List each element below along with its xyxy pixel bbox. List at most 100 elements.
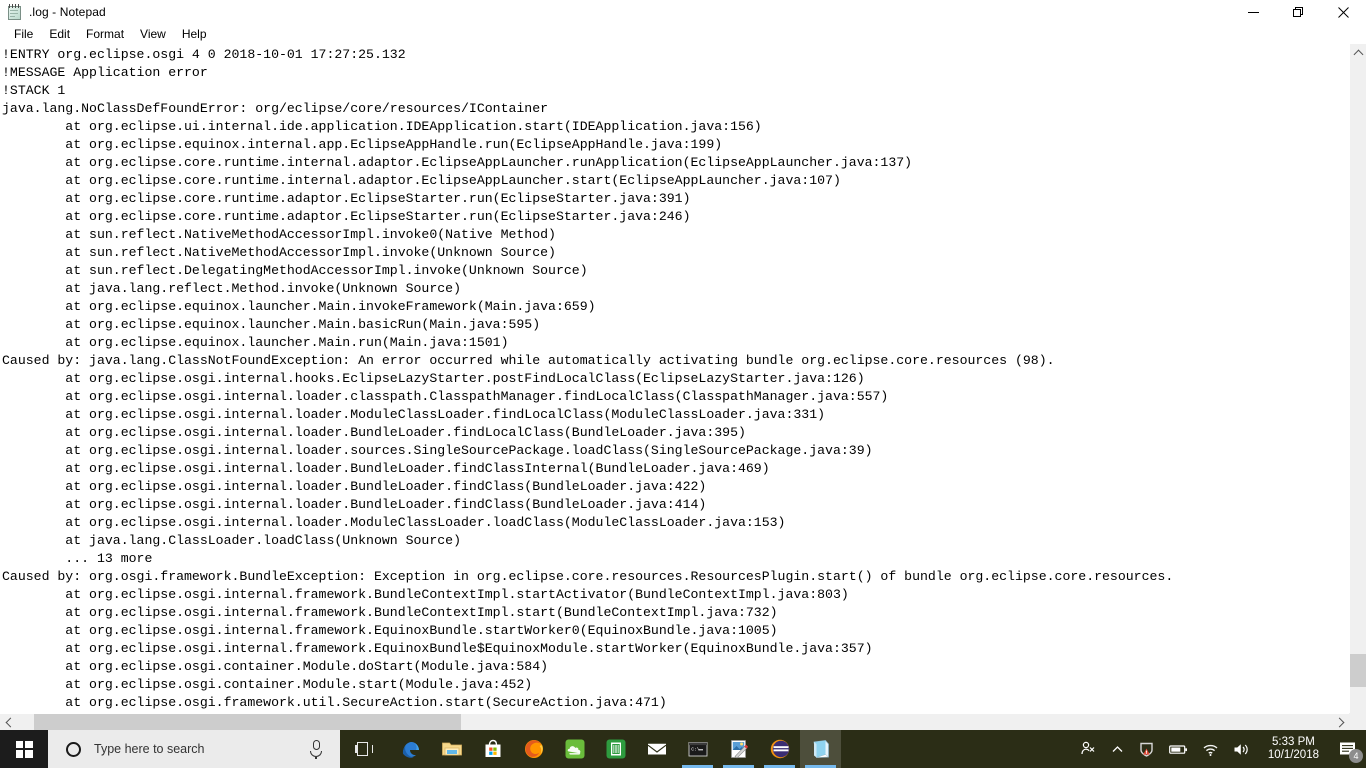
network-button[interactable]	[1195, 730, 1226, 768]
text-line: at org.eclipse.osgi.internal.loader.Modu…	[2, 515, 786, 530]
notepad-icon	[810, 738, 832, 760]
security-shield-icon	[1140, 742, 1153, 757]
security-button[interactable]	[1131, 730, 1162, 768]
windows-start-icon	[15, 740, 33, 758]
vertical-scrollbar[interactable]	[1349, 44, 1366, 730]
vertical-scroll-thumb[interactable]	[1350, 654, 1366, 687]
text-line: at org.eclipse.equinox.launcher.Main.run…	[2, 335, 509, 350]
cloud-app-icon	[564, 738, 586, 760]
eclipse-icon	[769, 738, 791, 760]
firefox-icon	[523, 738, 545, 760]
text-line: at org.eclipse.osgi.container.Module.sta…	[2, 677, 533, 692]
volume-icon	[1234, 743, 1248, 755]
text-line: at org.eclipse.core.runtime.internal.ada…	[2, 173, 841, 188]
minimize-button[interactable]	[1231, 0, 1276, 24]
people-icon	[1081, 741, 1095, 755]
text-line: at org.eclipse.osgi.framework.util.Secur…	[2, 695, 667, 710]
horizontal-scrollbar[interactable]	[0, 713, 1349, 731]
window-title: .log - Notepad	[29, 5, 106, 19]
search-placeholder: Type here to search	[94, 742, 205, 756]
menu-format[interactable]: Format	[78, 25, 132, 43]
scrollbar-corner	[1349, 713, 1366, 730]
taskbar-item-edge[interactable]	[390, 730, 431, 768]
text-line: at org.eclipse.equinox.launcher.Main.bas…	[2, 317, 541, 332]
text-line: at org.eclipse.osgi.internal.framework.E…	[2, 623, 778, 638]
taskbar-item-cloud-app[interactable]	[554, 730, 595, 768]
scroll-right-button[interactable]	[1332, 714, 1349, 731]
task-view-button[interactable]	[340, 730, 388, 768]
mail-icon	[646, 738, 668, 760]
window-title-bar[interactable]: .log - Notepad	[0, 0, 1366, 24]
text-line: at org.eclipse.osgi.internal.loader.Modu…	[2, 407, 826, 422]
show-hidden-icons-button[interactable]	[1104, 730, 1131, 768]
menu-bar: File Edit Format View Help	[0, 24, 1366, 44]
action-center-button[interactable]: 4	[1330, 730, 1366, 768]
clock-date: 10/1/2018	[1267, 749, 1319, 761]
clock-time: 5:33 PM	[1272, 736, 1315, 748]
text-line: !MESSAGE Application error	[2, 65, 208, 80]
wifi-icon	[1203, 744, 1218, 756]
text-line: at org.eclipse.osgi.internal.loader.Bund…	[2, 497, 707, 512]
menu-file[interactable]: File	[6, 25, 41, 43]
taskbar-item-eclipse[interactable]	[759, 730, 800, 768]
cortana-circle-icon	[66, 741, 81, 757]
close-button[interactable]	[1321, 0, 1366, 24]
taskbar-item-microsoft-store[interactable]	[472, 730, 513, 768]
restore-button[interactable]	[1276, 0, 1321, 24]
start-button[interactable]	[0, 730, 48, 768]
text-line: at org.eclipse.core.runtime.internal.ada…	[2, 155, 913, 170]
text-line: java.lang.NoClassDefFoundError: org/ecli…	[2, 101, 549, 116]
text-line: at org.eclipse.osgi.internal.loader.sour…	[2, 443, 873, 458]
text-line: at org.eclipse.osgi.internal.framework.B…	[2, 587, 849, 602]
command-prompt-icon: C:\	[687, 738, 709, 760]
text-line: Caused by: org.osgi.framework.BundleExce…	[2, 569, 1174, 584]
text-line: at org.eclipse.osgi.internal.loader.Bund…	[2, 479, 707, 494]
people-button[interactable]	[1072, 730, 1104, 768]
microphone-icon[interactable]	[310, 740, 322, 759]
scroll-left-button[interactable]	[0, 714, 17, 731]
text-line: at sun.reflect.DelegatingMethodAccessorI…	[2, 263, 588, 278]
taskbar: Type here to search C:\ 5:33 PM 10/1/201…	[0, 730, 1366, 768]
text-line: at org.eclipse.osgi.internal.hooks.Eclip…	[2, 371, 865, 386]
notes-app-icon	[605, 738, 627, 760]
taskbar-item-command-prompt[interactable]: C:\	[677, 730, 718, 768]
text-line: at java.lang.ClassLoader.loadClass(Unkno…	[2, 533, 461, 548]
taskbar-item-notes-app[interactable]	[595, 730, 636, 768]
text-line: at org.eclipse.osgi.internal.loader.clas…	[2, 389, 889, 404]
taskbar-item-paint[interactable]	[718, 730, 759, 768]
volume-button[interactable]	[1226, 730, 1257, 768]
battery-button[interactable]	[1162, 730, 1195, 768]
paint-icon	[728, 738, 750, 760]
horizontal-scroll-thumb[interactable]	[34, 714, 462, 731]
text-line: Caused by: java.lang.ClassNotFoundExcept…	[2, 353, 1055, 368]
taskbar-item-notepad[interactable]	[800, 730, 841, 768]
edge-icon	[400, 738, 422, 760]
text-line: at org.eclipse.osgi.internal.loader.Bund…	[2, 461, 770, 476]
menu-view[interactable]: View	[132, 25, 174, 43]
text-line: at org.eclipse.osgi.internal.loader.Bund…	[2, 425, 746, 440]
text-line: !ENTRY org.eclipse.osgi 4 0 2018-10-01 1…	[2, 47, 406, 62]
taskbar-item-firefox[interactable]	[513, 730, 554, 768]
text-line: at sun.reflect.NativeMethodAccessorImpl.…	[2, 227, 556, 242]
text-editor[interactable]: !ENTRY org.eclipse.osgi 4 0 2018-10-01 1…	[0, 44, 1349, 730]
search-box[interactable]: Type here to search	[48, 730, 340, 768]
scroll-up-button[interactable]	[1350, 44, 1366, 61]
text-line: at org.eclipse.osgi.internal.framework.B…	[2, 605, 778, 620]
text-line: at org.eclipse.equinox.launcher.Main.inv…	[2, 299, 596, 314]
file-explorer-icon	[441, 738, 463, 760]
menu-help[interactable]: Help	[174, 25, 215, 43]
clock[interactable]: 5:33 PM 10/1/2018	[1257, 730, 1330, 768]
text-line: !STACK 1	[2, 83, 66, 98]
text-line: at java.lang.reflect.Method.invoke(Unkno…	[2, 281, 461, 296]
taskbar-item-mail[interactable]	[636, 730, 677, 768]
svg-text:C:\: C:\	[691, 747, 700, 753]
text-line: at org.eclipse.osgi.internal.framework.E…	[2, 641, 873, 656]
taskbar-item-file-explorer[interactable]	[431, 730, 472, 768]
text-line: at org.eclipse.core.runtime.adaptor.Ecli…	[2, 209, 691, 224]
text-line: at sun.reflect.NativeMethodAccessorImpl.…	[2, 245, 556, 260]
text-content-viewport: !ENTRY org.eclipse.osgi 4 0 2018-10-01 1…	[0, 44, 1349, 730]
menu-edit[interactable]: Edit	[41, 25, 78, 43]
text-line: at org.eclipse.ui.internal.ide.applicati…	[2, 119, 762, 134]
editor-area: !ENTRY org.eclipse.osgi 4 0 2018-10-01 1…	[0, 44, 1366, 730]
battery-icon	[1168, 744, 1187, 754]
